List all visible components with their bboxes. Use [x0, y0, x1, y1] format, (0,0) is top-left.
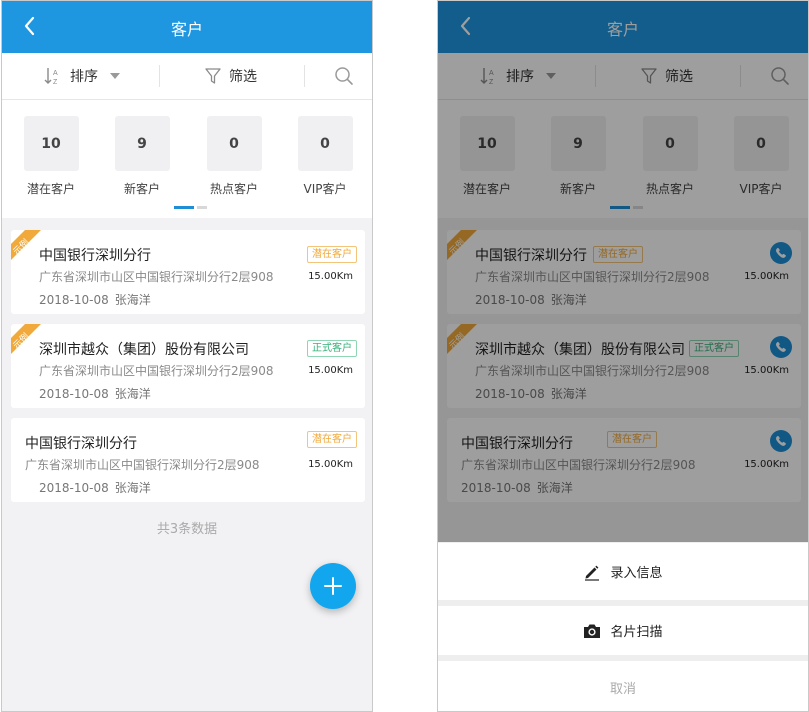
cancel-button[interactable]: 取消 — [438, 661, 808, 711]
card-scan-button[interactable]: 名片扫描 — [438, 606, 808, 655]
add-customer-button[interactable] — [310, 563, 356, 609]
owner: 张海洋 — [114, 387, 151, 401]
stat-potential[interactable]: 10 潜在客户 — [11, 116, 91, 197]
stats-panel: 10 潜在客户 9 新客户 0 热点客户 0 VIP客户 — [2, 100, 372, 218]
customer-name: 中国银行深圳分行 — [25, 436, 137, 452]
customer-address: 广东省深圳市山区中国银行深圳分行2层908 — [39, 270, 274, 284]
customer-card[interactable]: 示例 中国银行深圳分行 潜在客户 广东省深圳市山区中国银行深圳分行2层908 1… — [11, 230, 365, 314]
customer-meta: 2018-10-08 张海洋 — [39, 291, 151, 308]
svg-text:A: A — [53, 70, 58, 77]
status-badge: 正式客户 — [307, 340, 357, 357]
sort-label: 排序 — [70, 69, 98, 85]
stat-label: 潜在客户 — [26, 182, 75, 196]
customer-list-screen: 客户 A Z 排序 筛选 10 潜在客户 9 新客户 0 热点客户 0 VIP客户 示例… — [1, 0, 373, 712]
filter-button[interactable]: 筛选 — [205, 66, 257, 86]
customer-card[interactable]: 示例 深圳市越众（集团）股份有限公司 正式客户 广东省深圳市山区中国银行深圳分行… — [11, 324, 365, 408]
customer-name: 中国银行深圳分行 — [39, 248, 151, 264]
customer-card[interactable]: 中国银行深圳分行 潜在客户 广东省深圳市山区中国银行深圳分行2层908 15.0… — [11, 418, 365, 502]
filter-funnel-icon — [205, 68, 221, 84]
date: 2018-10-08 — [39, 293, 109, 307]
stat-vip[interactable]: 0 VIP客户 — [285, 116, 365, 197]
customer-meta: 2018-10-08 张海洋 — [39, 479, 151, 496]
customer-meta: 2018-10-08 张海洋 — [39, 385, 151, 402]
distance: 15.00Km — [308, 459, 353, 470]
status-badge: 潜在客户 — [307, 431, 357, 448]
date: 2018-10-08 — [39, 387, 109, 401]
enter-info-button[interactable]: 录入信息 — [438, 543, 808, 600]
action-sheet: 录入信息 名片扫描 取消 — [438, 542, 808, 711]
card-scan-label: 名片扫描 — [610, 625, 663, 640]
record-count: 共3条数据 — [156, 522, 218, 537]
stat-label: VIP客户 — [303, 182, 347, 196]
stat-value: 0 — [206, 116, 262, 171]
stat-new[interactable]: 9 新客户 — [102, 116, 182, 197]
svg-text:Z: Z — [53, 79, 58, 86]
divider — [159, 65, 160, 87]
owner: 张海洋 — [114, 481, 151, 495]
sort-button[interactable]: A Z 排序 — [44, 66, 120, 86]
stat-label: 热点客户 — [209, 182, 258, 196]
status-badge: 潜在客户 — [307, 246, 357, 263]
page-indicator — [174, 206, 207, 209]
owner: 张海洋 — [114, 293, 151, 307]
customer-address: 广东省深圳市山区中国银行深圳分行2层908 — [25, 458, 260, 472]
stat-value: 9 — [114, 116, 170, 171]
page-title: 客户 — [170, 20, 203, 39]
customer-address: 广东省深圳市山区中国银行深圳分行2层908 — [39, 364, 274, 378]
customer-list-action-sheet-screen: 客户 A Z 排序 筛选 10 潜在客户 9 新客户 0 热点客户 0 VIP客户 示例… — [437, 0, 809, 712]
filter-label: 筛选 — [229, 69, 257, 85]
sort-az-icon: A Z — [44, 68, 58, 86]
divider — [304, 65, 305, 87]
stat-value: 10 — [23, 116, 79, 171]
date: 2018-10-08 — [39, 481, 109, 495]
stat-label: 新客户 — [123, 182, 160, 196]
app-header: 客户 — [2, 1, 372, 53]
cancel-label: 取消 — [609, 681, 636, 697]
stat-value: 0 — [297, 116, 353, 171]
distance: 15.00Km — [308, 271, 353, 282]
pencil-icon — [583, 563, 601, 581]
caret-down-icon — [110, 73, 120, 79]
stat-hot[interactable]: 0 热点客户 — [194, 116, 274, 197]
toolbar: A Z 排序 筛选 — [2, 53, 372, 100]
enter-info-label: 录入信息 — [610, 566, 663, 581]
camera-icon — [583, 623, 601, 639]
plus-icon — [324, 577, 342, 595]
distance: 15.00Km — [308, 365, 353, 376]
search-icon[interactable] — [334, 66, 354, 86]
customer-name: 深圳市越众（集团）股份有限公司 — [39, 342, 249, 358]
